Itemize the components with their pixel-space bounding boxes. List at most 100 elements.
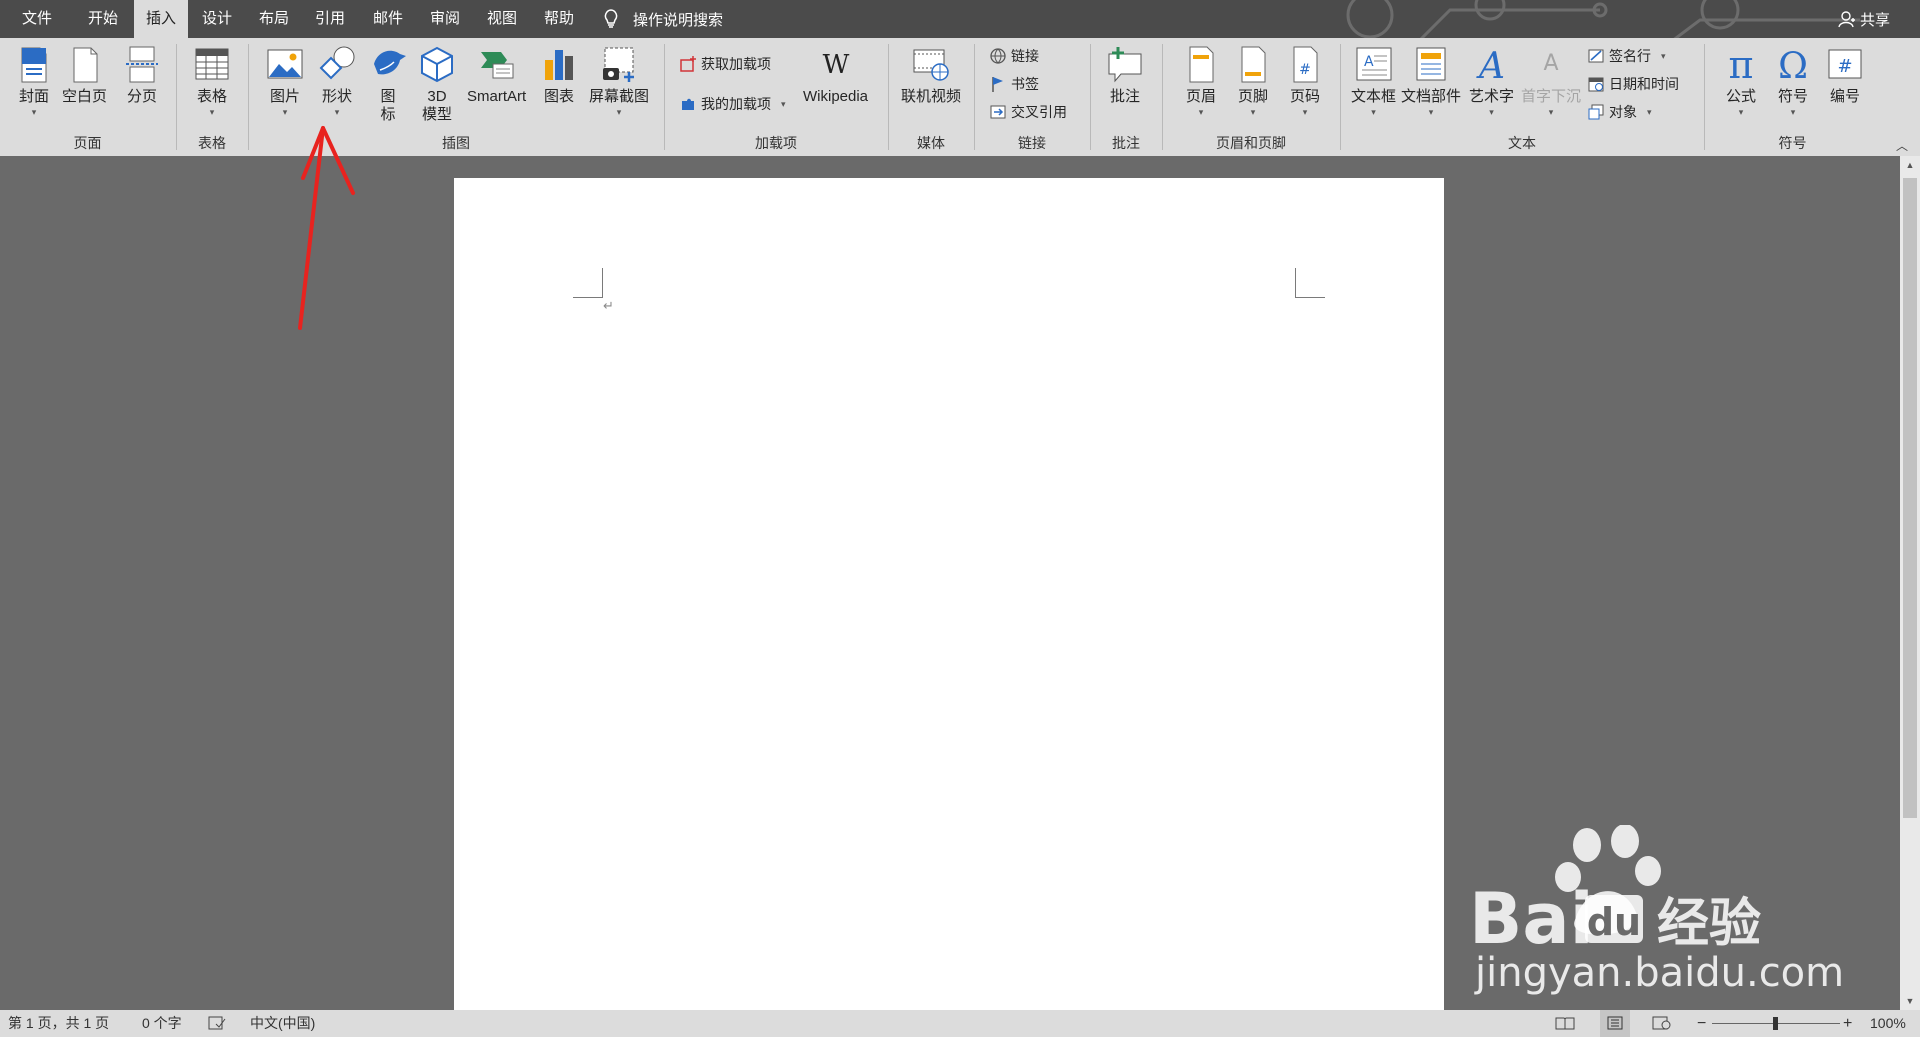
table-button[interactable]: 表格 ▾ — [192, 44, 232, 118]
footer-button[interactable]: 页脚 ▾ — [1233, 44, 1273, 118]
pictures-button[interactable]: 图片 ▾ — [265, 44, 305, 118]
tab-design[interactable]: 设计 — [190, 0, 244, 38]
tab-mailings[interactable]: 邮件 — [360, 0, 416, 38]
proofing-icon[interactable] — [208, 1010, 226, 1037]
cover-page-button[interactable]: 封面 ▾ — [14, 44, 54, 118]
status-bar: 第 1 页，共 1 页 0 个字 中文(中国) − + 100% — [0, 1010, 1920, 1037]
footer-label: 页脚 — [1237, 88, 1268, 105]
zoom-out-button[interactable]: − — [1697, 1010, 1706, 1037]
pictures-label: 图片 — [269, 88, 300, 105]
person-icon — [1838, 11, 1855, 28]
date-time-button[interactable]: 日期和时间 — [1587, 72, 1679, 96]
chart-label: 图表 — [543, 88, 574, 105]
read-mode-icon[interactable] — [1555, 1010, 1575, 1037]
web-layout-icon[interactable] — [1652, 1010, 1672, 1037]
wordart-button[interactable]: A 艺术字 ▾ — [1469, 44, 1514, 118]
wordart-label: 艺术字 — [1469, 88, 1515, 105]
margin-corner-top-right — [1295, 268, 1325, 298]
tab-insert[interactable]: 插入 — [134, 0, 188, 38]
new-comment-label: 批注 — [1109, 88, 1140, 105]
print-layout-icon[interactable] — [1600, 1010, 1630, 1037]
group-media: 联机视频 媒体 — [889, 38, 973, 156]
svg-text:#: # — [1837, 56, 1852, 77]
tab-help[interactable]: 帮助 — [531, 0, 587, 38]
text-box-icon: A — [1356, 47, 1391, 81]
tab-layout[interactable]: 布局 — [246, 0, 302, 38]
chart-button[interactable]: 图表 — [539, 44, 579, 106]
tab-review[interactable]: 审阅 — [417, 0, 473, 38]
cube-icon — [421, 46, 453, 83]
wikipedia-label: Wikipedia — [803, 88, 869, 105]
smartart-button[interactable]: SmartArt — [467, 44, 526, 106]
shapes-button[interactable]: 形状 ▾ — [317, 44, 357, 118]
screenshot-button[interactable]: 屏幕截图 ▾ — [589, 44, 649, 118]
red-annotation-arrow — [298, 126, 355, 330]
vertical-scrollbar[interactable]: ▲ ▼ — [1900, 156, 1920, 1010]
bookmark-button[interactable]: 书签 — [989, 72, 1039, 96]
new-comment-button[interactable]: 批注 — [1105, 44, 1145, 106]
screenshot-label: 屏幕截图 — [589, 88, 650, 105]
quick-parts-button[interactable]: 文档部件 ▾ — [1401, 44, 1461, 118]
link-button[interactable]: 链接 — [989, 44, 1039, 68]
group-label-links: 链接 — [1018, 135, 1046, 151]
dropdown-caret-icon: ▾ — [282, 107, 288, 117]
zoom-slider-thumb[interactable] — [1773, 1017, 1778, 1030]
drop-cap-icon: A — [1543, 51, 1558, 76]
menu-bar: 文件 开始 插入 设计 布局 引用 邮件 审阅 视图 帮助 操作说明搜索 共享 — [0, 0, 1920, 38]
tell-me-label: 操作说明搜索 — [633, 11, 724, 29]
page-break-button[interactable]: 分页 — [122, 44, 162, 106]
header-button[interactable]: 页眉 ▾ — [1181, 44, 1221, 118]
scroll-down-arrow-icon[interactable]: ▼ — [1900, 992, 1920, 1010]
my-addins-button[interactable]: 我的加载项 ▾ — [679, 92, 786, 116]
scrollbar-thumb[interactable] — [1903, 178, 1917, 818]
number-button[interactable]: # 编号 — [1825, 44, 1865, 106]
footer-icon — [1241, 46, 1266, 83]
svg-text:A: A — [1543, 51, 1558, 76]
3d-models-button[interactable]: 3D 模型 — [417, 44, 457, 124]
zoom-slider[interactable] — [1712, 1010, 1840, 1037]
group-label-addins: 加载项 — [755, 135, 797, 151]
dropdown-caret-icon: ▾ — [1371, 107, 1376, 117]
symbol-button[interactable]: Ω 符号 ▾ — [1773, 44, 1813, 118]
tab-view[interactable]: 视图 — [474, 0, 530, 38]
equation-label: 公式 — [1725, 88, 1756, 105]
wikipedia-button[interactable]: W Wikipedia — [803, 44, 868, 106]
object-button[interactable]: 对象 ▾ — [1587, 100, 1652, 124]
equation-button[interactable]: π 公式 ▾ — [1721, 44, 1761, 118]
group-header-footer: 页眉 ▾ 页脚 ▾ # 页码 ▾ 页眉和页脚 — [1163, 38, 1339, 156]
scroll-up-arrow-icon[interactable]: ▲ — [1900, 156, 1920, 174]
blank-page-button[interactable]: 空白页 — [62, 44, 107, 106]
svg-text:Bai: Bai — [1469, 878, 1594, 955]
bird-icon — [374, 50, 406, 75]
page-break-label: 分页 — [126, 88, 157, 105]
tab-home[interactable]: 开始 — [74, 0, 132, 38]
document-page[interactable]: ↵ — [454, 178, 1444, 1010]
dropdown-caret-icon: ▾ — [616, 107, 622, 117]
icons-button[interactable]: 图 标 — [368, 44, 408, 124]
get-addins-button[interactable]: 获取加载项 — [679, 52, 771, 76]
signature-line-button[interactable]: 签名行 ▾ — [1587, 44, 1666, 68]
cross-reference-button[interactable]: 交叉引用 — [989, 100, 1067, 124]
dropdown-caret-icon: ▾ — [1428, 107, 1434, 117]
online-video-label: 联机视频 — [901, 88, 962, 105]
dropdown-caret-icon: ▾ — [31, 107, 37, 117]
page-number-button[interactable]: # 页码 ▾ — [1285, 44, 1325, 118]
dropdown-caret-icon: ▾ — [1489, 107, 1494, 117]
margin-corner-top-left — [573, 268, 603, 298]
comment-icon — [1108, 47, 1142, 83]
collapse-ribbon-icon[interactable]: ︿ — [1896, 137, 1908, 154]
icons-label: 图 标 — [380, 88, 396, 123]
word-count[interactable]: 0 个字 — [142, 1010, 182, 1037]
zoom-level[interactable]: 100% — [1870, 1010, 1906, 1037]
drop-cap-button[interactable]: A 首字下沉 ▾ — [1521, 44, 1581, 118]
tell-me-search[interactable]: 操作说明搜索 — [603, 0, 723, 38]
zoom-in-button[interactable]: + — [1843, 1010, 1852, 1037]
tab-file[interactable]: 文件 — [8, 0, 66, 38]
online-video-button[interactable]: 联机视频 — [901, 44, 961, 106]
page-count[interactable]: 第 1 页，共 1 页 — [8, 1010, 109, 1037]
ribbon: 封面 ▾ 空白页 分页 页面 表格 ▾ 表格 图片 ▾ 形状 ▾ 图 标 3D … — [0, 38, 1920, 156]
language-indicator[interactable]: 中文(中国) — [250, 1010, 315, 1037]
share-button[interactable]: 共享 — [1838, 0, 1890, 38]
text-box-button[interactable]: A 文本框 ▾ — [1351, 44, 1396, 118]
tab-references[interactable]: 引用 — [302, 0, 358, 38]
